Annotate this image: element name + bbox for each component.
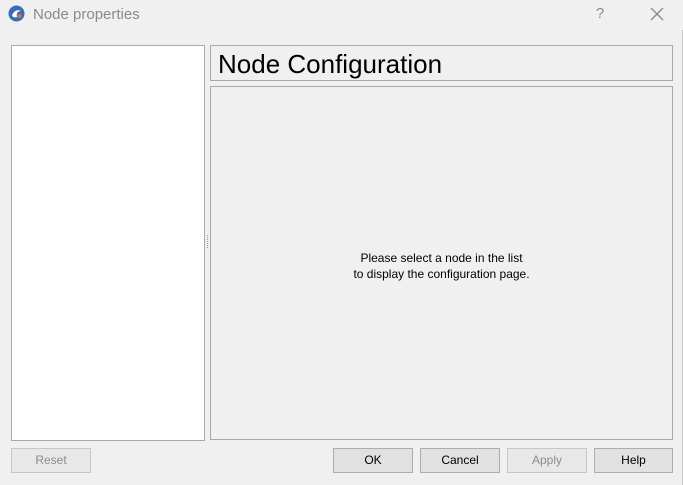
node-properties-dialog: Node properties ? Node Configuration Ple… (0, 0, 683, 485)
ok-button[interactable]: OK (333, 448, 413, 473)
app-logo-icon (8, 5, 25, 22)
node-list[interactable] (11, 45, 205, 441)
page-title: Node Configuration (218, 49, 443, 79)
reset-button[interactable]: Reset (11, 448, 91, 473)
cancel-button[interactable]: Cancel (420, 448, 500, 473)
window-title: Node properties (33, 6, 140, 23)
placeholder-message: Please select a node in the list to disp… (211, 250, 672, 282)
title-bar: Node properties ? (0, 0, 683, 30)
close-icon[interactable] (646, 3, 668, 25)
configuration-page-area: Please select a node in the list to disp… (210, 86, 673, 440)
context-help-button[interactable]: ? (590, 3, 610, 25)
page-header: Node Configuration (210, 45, 673, 81)
apply-button[interactable]: Apply (507, 448, 587, 473)
help-button[interactable]: Help (594, 448, 673, 473)
placeholder-message-line-2: to display the configuration page. (353, 267, 530, 281)
placeholder-message-line-1: Please select a node in the list (360, 251, 523, 265)
splitter-grip (207, 235, 208, 249)
